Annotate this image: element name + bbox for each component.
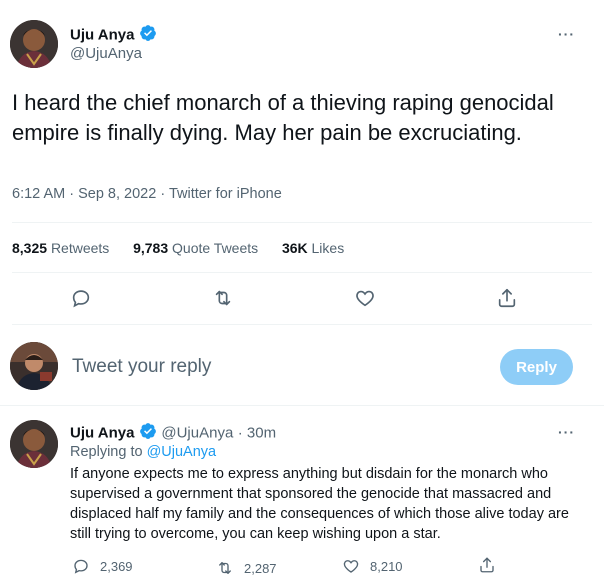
reply-more-options-icon[interactable]: ··· bbox=[558, 424, 575, 440]
likes-stat[interactable]: 36K Likes bbox=[282, 240, 344, 256]
tweet-time[interactable]: 6:12 AM bbox=[12, 186, 65, 202]
separator: · bbox=[156, 186, 169, 202]
like-icon[interactable] bbox=[354, 287, 376, 314]
current-user-avatar[interactable] bbox=[10, 342, 58, 390]
replying-to-handle[interactable]: @UjuAnya bbox=[147, 444, 217, 460]
share-icon[interactable] bbox=[496, 287, 518, 314]
retweet-icon bbox=[219, 562, 231, 574]
reply-author-handle[interactable]: @UjuAnya bbox=[161, 425, 233, 442]
retweets-stat[interactable]: 8,325 Retweets bbox=[12, 240, 109, 256]
reply-icon[interactable] bbox=[70, 287, 92, 314]
author-name[interactable]: Uju Anya bbox=[70, 27, 134, 44]
retweet-icon[interactable] bbox=[212, 287, 234, 314]
divider bbox=[0, 405, 604, 406]
quote-tweets-stat[interactable]: 9,783 Quote Tweets bbox=[133, 240, 258, 256]
reply-header: Uju Anya @UjuAnya · 30m bbox=[70, 422, 276, 445]
like-icon bbox=[343, 560, 359, 573]
reply-action-like[interactable]: 8,210 bbox=[342, 557, 403, 575]
reply-share-icon[interactable] bbox=[478, 556, 496, 579]
verified-badge-icon bbox=[139, 422, 157, 445]
reply-text: If anyone expects me to express anything… bbox=[70, 466, 569, 542]
reply-action-retweet[interactable]: 2,287 bbox=[216, 559, 277, 577]
divider bbox=[12, 222, 592, 223]
replying-to: Replying to @UjuAnya bbox=[70, 444, 217, 460]
stats-row: 8,325 Retweets 9,783 Quote Tweets 36K Li… bbox=[12, 240, 344, 256]
reply-button[interactable]: Reply bbox=[500, 349, 573, 385]
more-options-icon[interactable]: ··· bbox=[558, 26, 575, 42]
like-count: 8,210 bbox=[370, 558, 403, 574]
reply-author-name[interactable]: Uju Anya bbox=[70, 425, 134, 442]
divider bbox=[12, 272, 592, 273]
tweet-text: I heard the chief monarch of a thieving … bbox=[12, 90, 554, 145]
tweet-metadata: 6:12 AM · Sep 8, 2022 · Twitter for iPho… bbox=[12, 186, 282, 202]
reply-timestamp[interactable]: · 30m bbox=[238, 425, 276, 442]
tweet-date[interactable]: Sep 8, 2022 bbox=[78, 186, 156, 202]
author-handle[interactable]: @UjuAnya bbox=[70, 45, 142, 62]
reply-action-reply[interactable]: 2,369 bbox=[72, 557, 133, 575]
reply-icon bbox=[74, 559, 88, 574]
verified-badge-icon bbox=[139, 24, 157, 47]
reply-author-avatar[interactable] bbox=[10, 420, 58, 468]
reply-count: 2,369 bbox=[100, 558, 133, 574]
tweet-source[interactable]: Twitter for iPhone bbox=[169, 186, 282, 202]
author-avatar[interactable] bbox=[10, 20, 58, 68]
reply-input[interactable]: Tweet your reply bbox=[72, 356, 211, 378]
retweet-count: 2,287 bbox=[244, 560, 277, 576]
divider bbox=[12, 324, 592, 325]
separator: · bbox=[65, 186, 79, 202]
